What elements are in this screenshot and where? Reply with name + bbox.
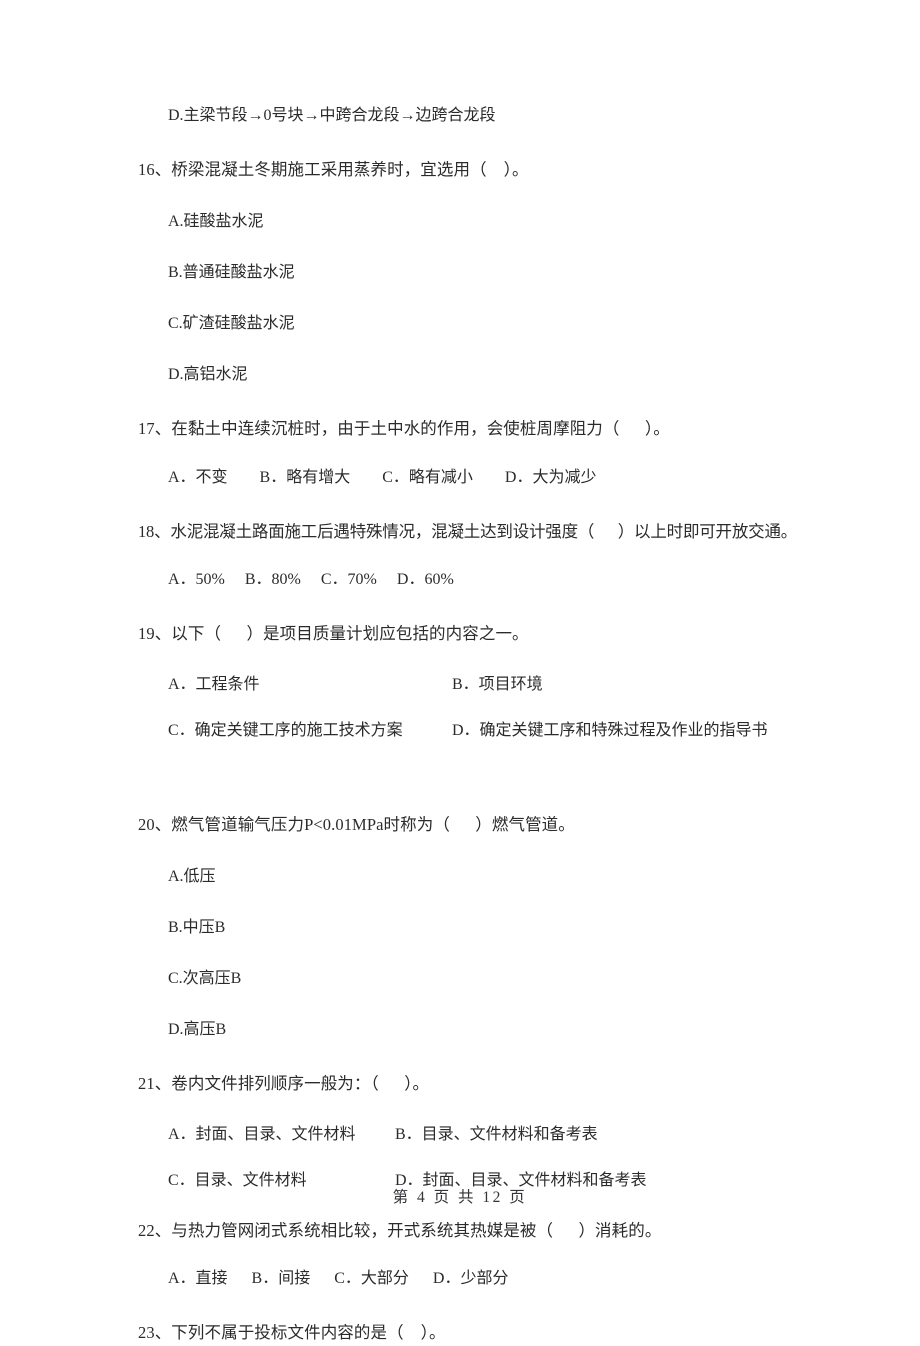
option-row: A．直接 B．间接 C．大部分 D．少部分 bbox=[168, 1270, 509, 1288]
option-item: B．目录、文件材料和备考表 bbox=[395, 1125, 598, 1143]
question-stem: 19、以下（ ）是项目质量计划应包括的内容之一。 bbox=[138, 624, 529, 644]
option-item: C.矿渣硅酸盐水泥 bbox=[168, 314, 295, 332]
question-stem: 23、下列不属于投标文件内容的是（ ）。 bbox=[138, 1323, 446, 1343]
question-16: 16、桥梁混凝土冬期施工采用蒸养时，宜选用（ ）。 A.硅酸盐水泥 B.普通硅酸… bbox=[138, 158, 818, 387]
carryover-option-block: D.主梁节段→0号块→中跨合龙段→边跨合龙段 bbox=[138, 104, 818, 128]
option-item: B．项目环境 bbox=[452, 676, 543, 693]
option-item: D.主梁节段→0号块→中跨合龙段→边跨合龙段 bbox=[168, 107, 496, 124]
document-page: D.主梁节段→0号块→中跨合龙段→边跨合龙段 16、桥梁混凝土冬期施工采用蒸养时… bbox=[0, 0, 920, 1342]
option-item: D.高压B bbox=[168, 1020, 227, 1038]
question-stem: 18、水泥混凝土路面施工后遇特殊情况，混凝土达到设计强度（ ）以上时即可开放交通… bbox=[138, 521, 798, 541]
option-item: D.高铝水泥 bbox=[168, 365, 248, 383]
question-23: 23、下列不属于投标文件内容的是（ ）。 bbox=[138, 1321, 818, 1346]
question-19: 19、以下（ ）是项目质量计划应包括的内容之一。 A．工程条件 B．项目环境 C… bbox=[138, 622, 818, 739]
question-stem: 16、桥梁混凝土冬期施工采用蒸养时，宜选用（ ）。 bbox=[138, 160, 529, 179]
option-item: D．确定关键工序和特殊过程及作业的指导书 bbox=[452, 722, 768, 739]
question-17: 17、在黏土中连续沉桩时，由于土中水的作用，会使桩周摩阻力（ ）。 A．不变 B… bbox=[138, 417, 818, 490]
question-stem: 20、燃气管道输气压力P<0.01MPa时称为（ ）燃气管道。 bbox=[138, 815, 575, 834]
question-20: 20、燃气管道输气压力P<0.01MPa时称为（ ）燃气管道。 A.低压 B.中… bbox=[138, 813, 818, 1042]
option-row: C．确定关键工序的施工技术方案 D．确定关键工序和特殊过程及作业的指导书 bbox=[168, 719, 818, 739]
option-item: A.低压 bbox=[168, 867, 216, 885]
page-footer: 第 4 页 共 12 页 bbox=[392, 1189, 528, 1206]
question-stem: 17、在黏土中连续沉桩时，由于土中水的作用，会使桩周摩阻力（ ）。 bbox=[138, 418, 670, 438]
option-item: B.普通硅酸盐水泥 bbox=[168, 263, 295, 281]
option-item: A．封面、目录、文件材料 bbox=[168, 1125, 356, 1143]
option-item: A．工程条件 bbox=[168, 676, 260, 693]
question-stem: 22、与热力管网闭式系统相比较，开式系统其热媒是被（ ）消耗的。 bbox=[138, 1220, 662, 1240]
option-row: A．50% B．80% C．70% D．60% bbox=[168, 571, 454, 589]
question-21: 21、卷内文件排列顺序一般为：（ ）。 A．封面、目录、文件材料 B．目录、文件… bbox=[138, 1072, 818, 1189]
question-stem: 21、卷内文件排列顺序一般为：（ ）。 bbox=[138, 1073, 430, 1093]
option-row: A．不变 B．略有增大 C．略有减小 D．大为减少 bbox=[168, 468, 597, 486]
option-item: B.中压B bbox=[168, 918, 226, 936]
question-18: 18、水泥混凝土路面施工后遇特殊情况，混凝土达到设计强度（ ）以上时即可开放交通… bbox=[138, 520, 818, 593]
option-row: A．工程条件 B．项目环境 bbox=[168, 673, 818, 693]
option-item: C.次高压B bbox=[168, 969, 242, 987]
exam-content: D.主梁节段→0号块→中跨合龙段→边跨合龙段 16、桥梁混凝土冬期施工采用蒸养时… bbox=[138, 104, 818, 1346]
option-row: A．封面、目录、文件材料 B．目录、文件材料和备考表 bbox=[168, 1123, 818, 1143]
option-item: C．确定关键工序的施工技术方案 bbox=[168, 722, 403, 739]
option-item: A.硅酸盐水泥 bbox=[168, 212, 264, 230]
question-22: 22、与热力管网闭式系统相比较，开式系统其热媒是被（ ）消耗的。 A．直接 B．… bbox=[138, 1219, 818, 1292]
